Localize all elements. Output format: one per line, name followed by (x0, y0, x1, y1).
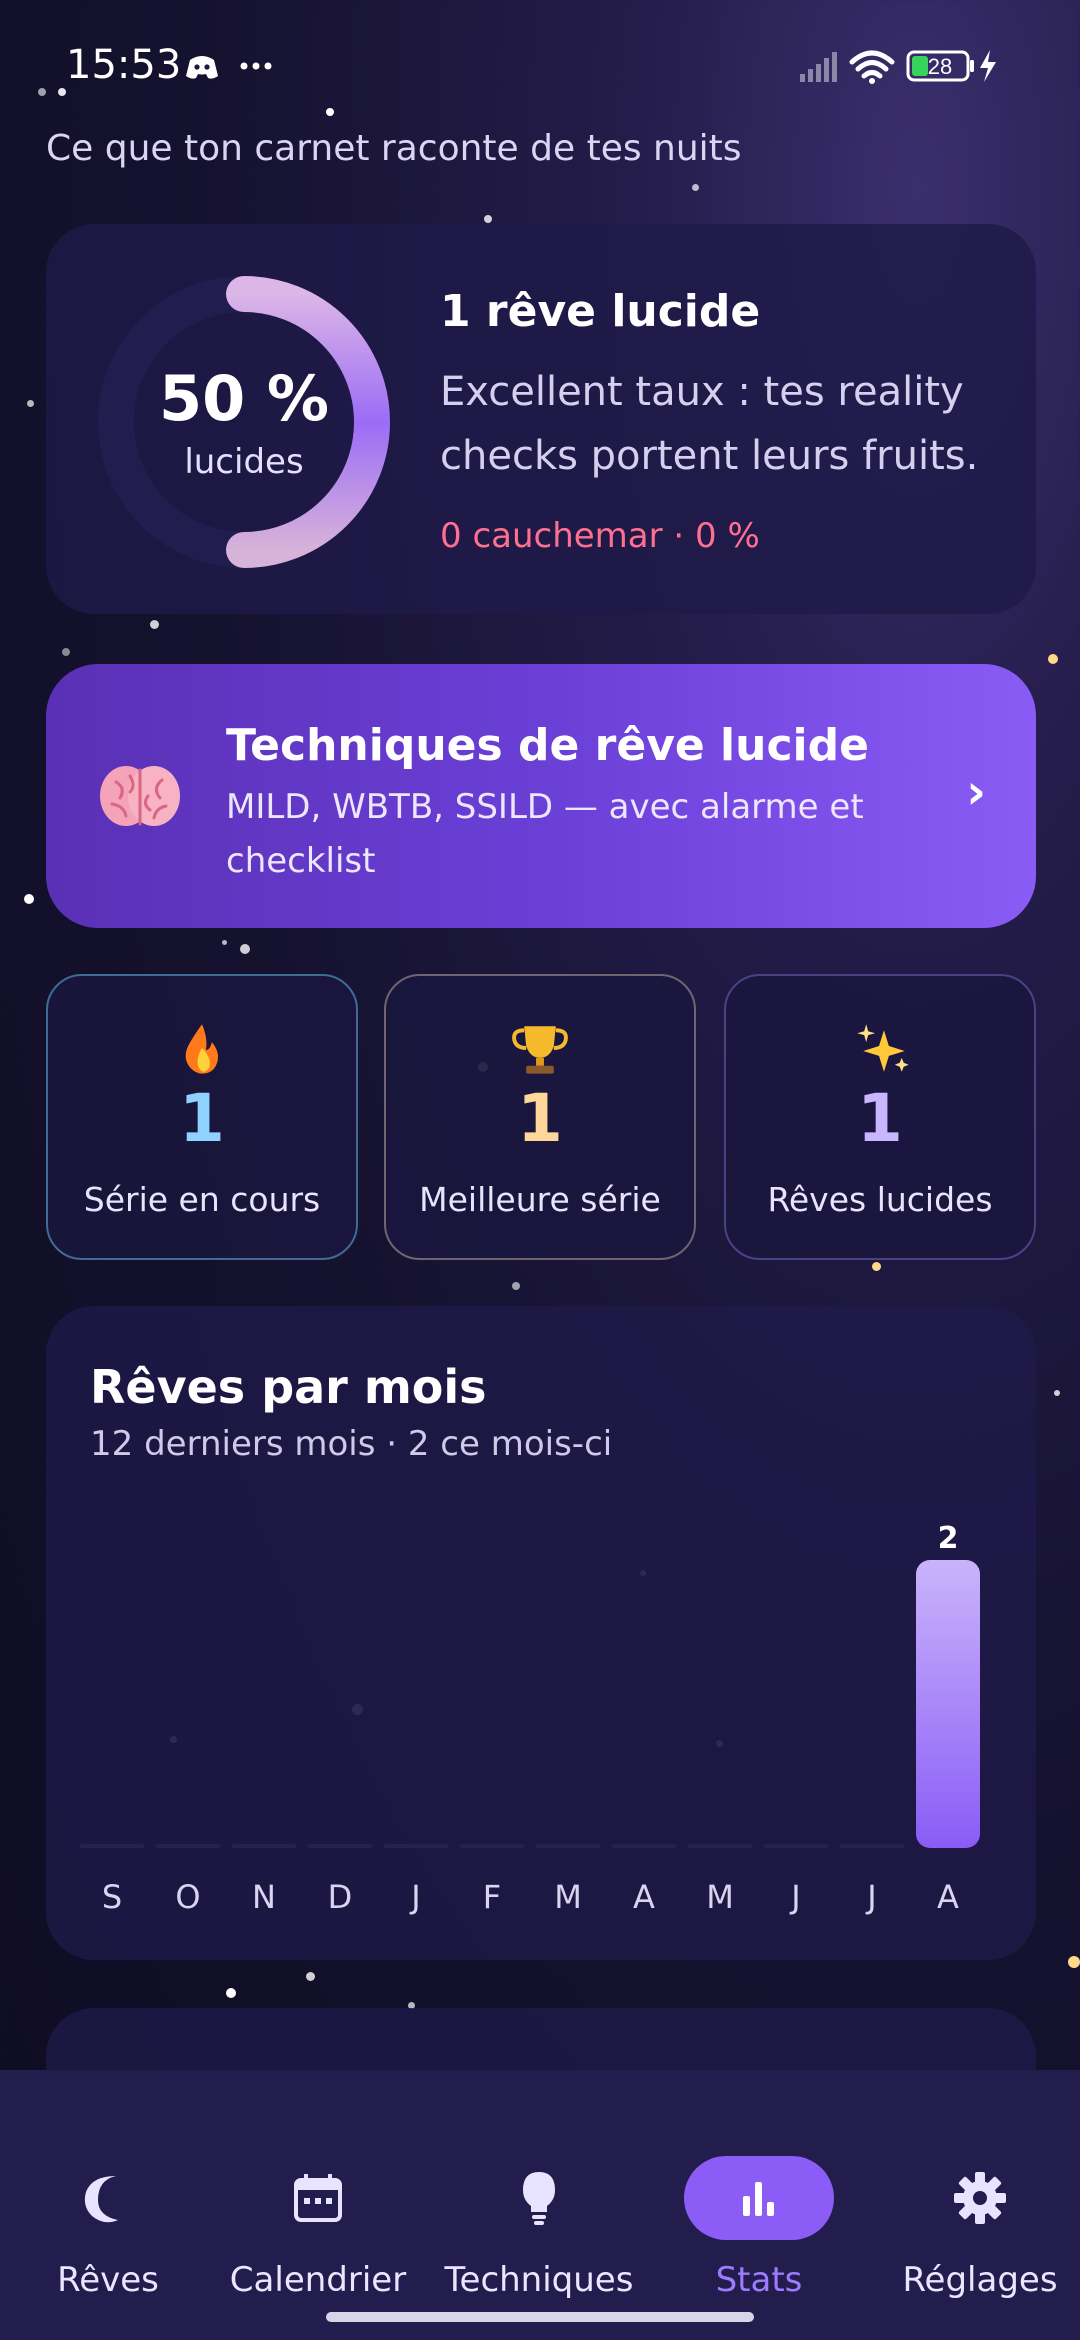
chevron-right-icon: › (966, 764, 986, 820)
home-indicator (326, 2312, 754, 2322)
nav-label: Réglages (902, 2260, 1058, 2300)
lucid-summary-card: 50 % lucides 1 rêve lucide Excellent tau… (46, 224, 1036, 614)
stat-value: 1 (857, 1080, 903, 1157)
status-time: 15:53 (66, 42, 182, 88)
lightbulb-icon (523, 2172, 555, 2225)
techniques-title: Techniques de rêve lucide (226, 720, 869, 771)
chart-bar (536, 1844, 600, 1848)
chart-bar (80, 1844, 144, 1848)
lucid-percent: 50 % (159, 362, 329, 435)
brain-icon (100, 766, 180, 826)
monthly-chart-card: S O N D J F M A M J J 2 A Rêves par mois 12 derniers… (46, 1306, 1036, 1960)
chart-x-tick-label: O (175, 1878, 200, 1916)
bottom-navigation: Rêves Calendrier Techniques Stats Réglag… (0, 2070, 1080, 2340)
bar-chart-icon (743, 2182, 774, 2216)
nav-label: Stats (715, 2260, 803, 2300)
stat-label: Rêves lucides (767, 1180, 993, 1219)
chart-x-tick-label: J (865, 1878, 876, 1916)
chart-bar (764, 1844, 828, 1848)
chart-title: Rêves par mois (90, 1360, 487, 1414)
lucid-count-title: 1 rêve lucide (440, 286, 761, 337)
stat-label: Série en cours (83, 1180, 321, 1219)
status-left-icons (186, 56, 272, 79)
chart-bar (156, 1844, 220, 1848)
trophy-icon (512, 1026, 568, 1074)
chart-data-label: 2 (938, 1521, 959, 1556)
nav-item-reglages[interactable]: Réglages (872, 2120, 1080, 2300)
more-dots-icon (240, 62, 272, 70)
chart-x-tick-label: M (706, 1878, 734, 1916)
status-right-icons: 28 (800, 50, 996, 84)
chart-x-tick-label: A (937, 1878, 959, 1916)
lucid-description: Excellent taux : tes reality checks port… (440, 369, 979, 479)
lucid-caption: lucides (184, 442, 304, 482)
stat-tile-lucid-dreams: 1 Rêves lucides (724, 974, 1036, 1260)
stat-value: 1 (179, 1080, 225, 1157)
chart-bar (916, 1560, 980, 1848)
chart-subtitle: 12 derniers mois · 2 ce mois-ci (90, 1424, 613, 1464)
calendar-icon (294, 2174, 342, 2222)
signal-icon (800, 52, 837, 82)
nav-label: Rêves (57, 2260, 159, 2300)
chart-bar (460, 1844, 524, 1848)
chart-bar (384, 1844, 448, 1848)
chart-bar (308, 1844, 372, 1848)
chart-bar (232, 1844, 296, 1848)
nav-item-techniques[interactable]: Techniques (431, 2120, 647, 2300)
chart-x-tick-label: M (554, 1878, 582, 1916)
chart-x-tick-label: D (328, 1878, 353, 1916)
gear-icon (954, 2172, 1006, 2224)
chart-x-tick-label: S (102, 1878, 122, 1916)
charging-bolt-icon (980, 50, 996, 82)
chart-bar (612, 1844, 676, 1848)
nav-label: Techniques (444, 2260, 634, 2300)
discord-icon (186, 56, 218, 79)
stat-tile-best-streak: 1 Meilleure série (384, 974, 696, 1260)
moon-icon (84, 2176, 118, 2223)
fire-icon (185, 1024, 219, 1074)
chart-x-tick-label: J (789, 1878, 800, 1916)
chart-bar (840, 1844, 904, 1848)
battery-level: 28 (928, 54, 952, 79)
page-subtitle: Ce que ton carnet raconte de tes nuits (46, 128, 742, 169)
nav-item-stats[interactable]: Stats (651, 2120, 867, 2300)
nav-label: Calendrier (229, 2260, 407, 2300)
nav-item-reves[interactable]: Rêves (0, 2120, 216, 2300)
sparkles-icon (857, 1024, 909, 1072)
chart-x-tick-label: N (252, 1878, 276, 1916)
nav-item-calendrier[interactable]: Calendrier (210, 2120, 426, 2300)
stat-value: 1 (517, 1080, 563, 1157)
chart-x-tick-label: F (483, 1878, 501, 1916)
nightmare-stat: 0 cauchemar · 0 % (440, 516, 760, 556)
stat-label: Meilleure série (419, 1180, 661, 1219)
wifi-icon (849, 50, 895, 79)
techniques-subtitle: MILD, WBTB, SSILD — avec alarme et check… (226, 787, 864, 881)
chart-bar (688, 1844, 752, 1848)
techniques-banner[interactable]: Techniques de rêve lucide MILD, WBTB, SS… (46, 664, 1036, 928)
status-bar: 15:53 28 (0, 36, 1080, 96)
stat-tile-current-streak: 1 Série en cours (46, 974, 358, 1260)
chart-x-tick-label: A (633, 1878, 655, 1916)
chart-x-tick-label: J (409, 1878, 420, 1916)
